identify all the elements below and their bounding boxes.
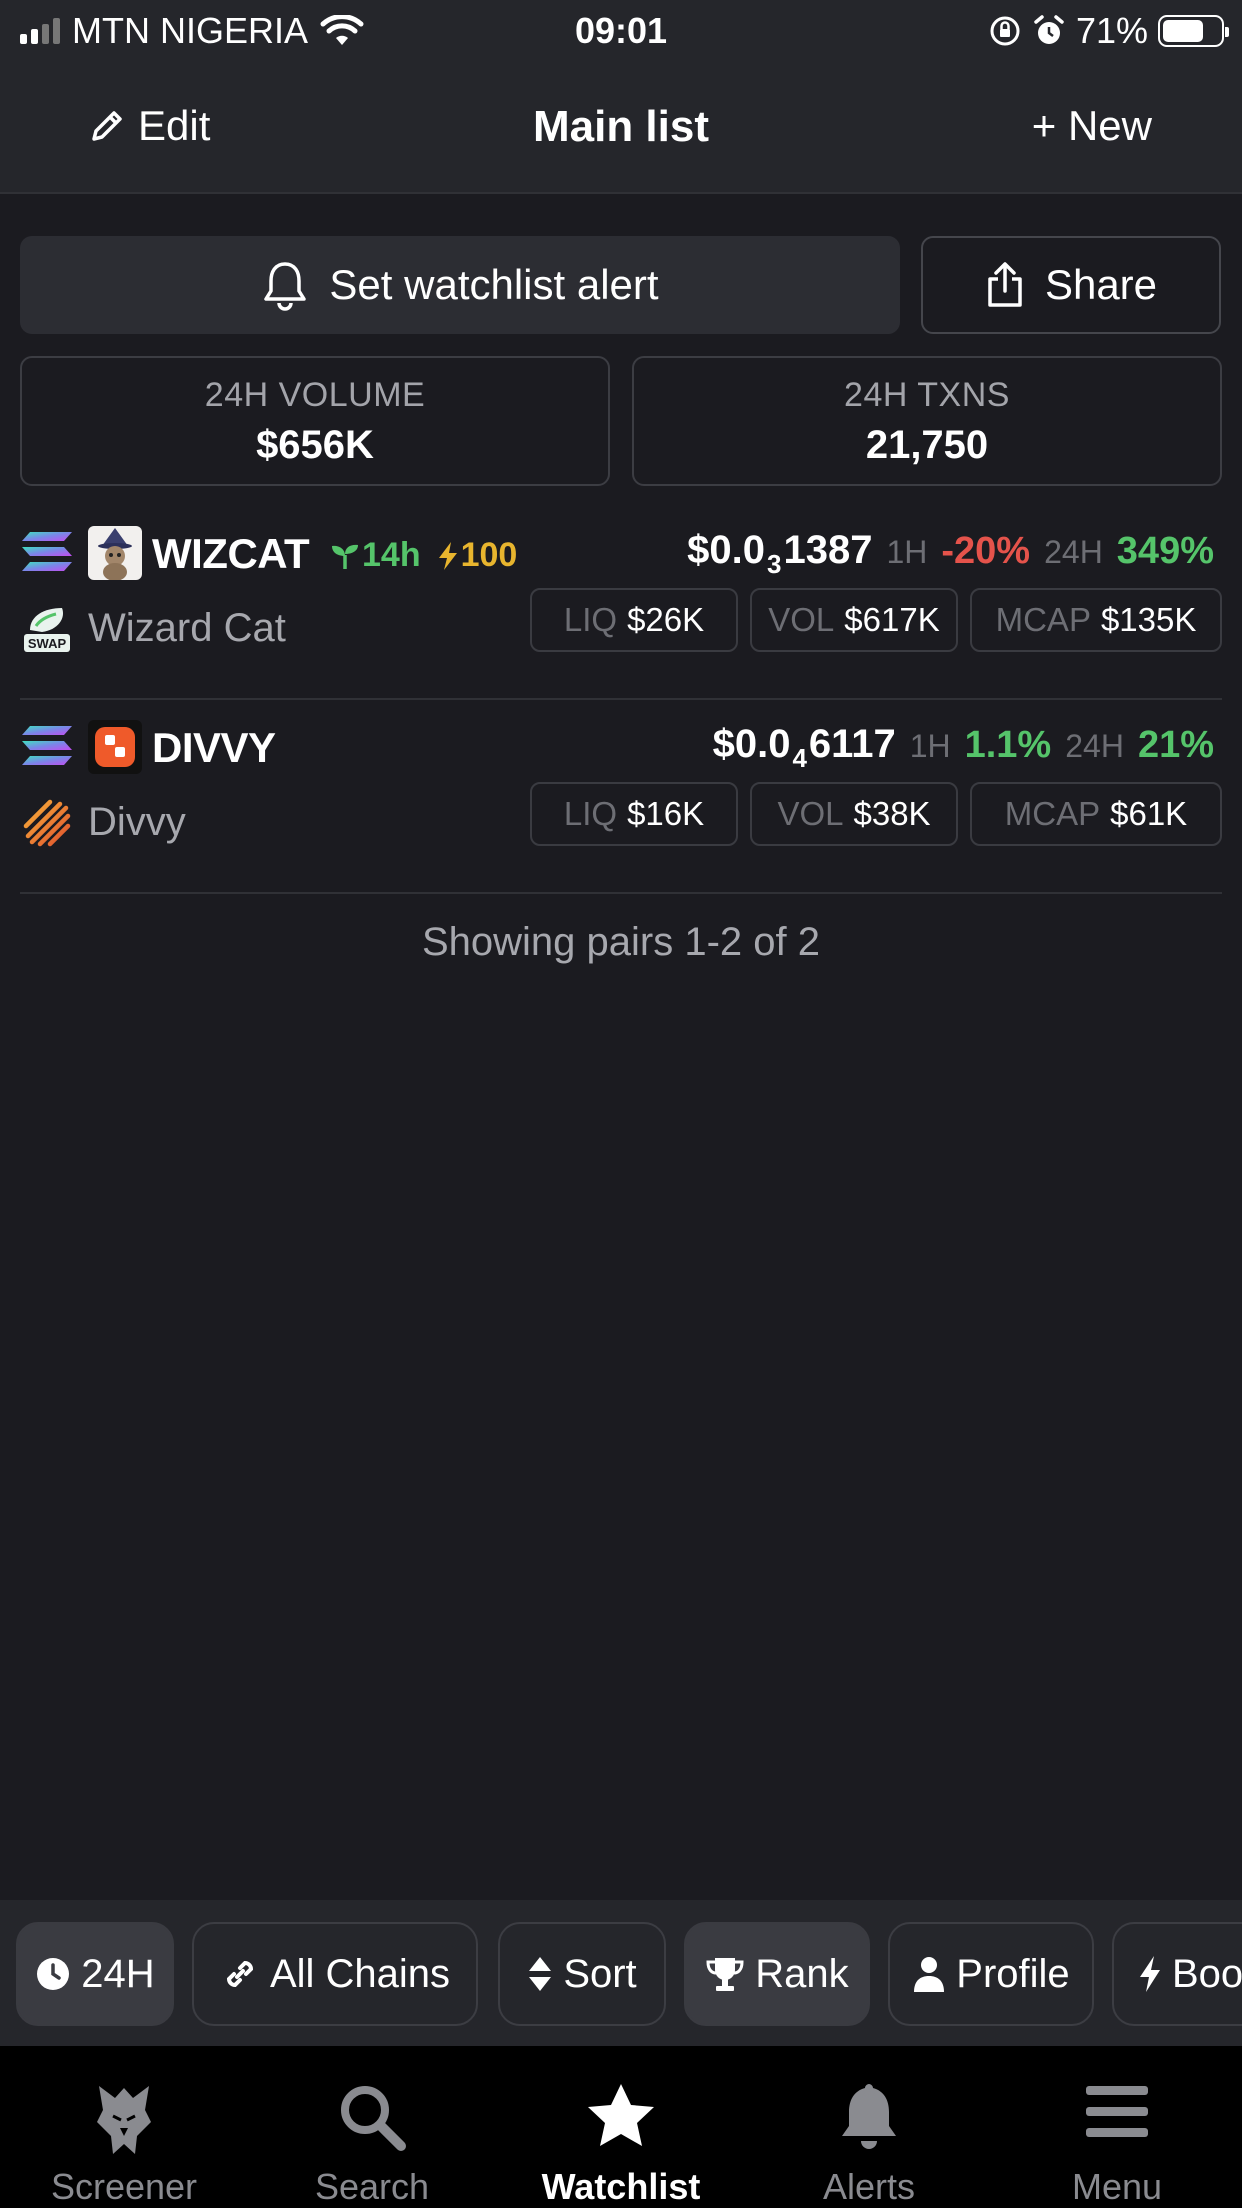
solana-chain-icon xyxy=(22,532,72,571)
price: $0.046117 xyxy=(712,722,896,773)
nav-alerts[interactable]: Alerts xyxy=(745,2046,993,2208)
nav-watchlist[interactable]: Watchlist xyxy=(497,2046,745,2208)
sort-chip[interactable]: Sort xyxy=(498,1922,666,2026)
bell-icon xyxy=(842,2084,896,2149)
status-right: 71% xyxy=(988,10,1229,52)
price-line: $0.031387 1H -20% 24H 349% xyxy=(687,528,1214,580)
dex-stripes-icon xyxy=(23,799,71,847)
h24-label: 24H xyxy=(1044,534,1103,570)
app-header: Edit Main list + New xyxy=(0,62,1242,194)
pair-metrics: LIQ $16K VOL $38K MCAP $61K xyxy=(530,782,1222,846)
chains-label: All Chains xyxy=(269,1951,451,1996)
pagination-text: Showing pairs 1-2 of 2 xyxy=(421,920,820,964)
h24-change: 349% xyxy=(1116,530,1214,572)
search-icon xyxy=(341,2086,406,2151)
link-icon xyxy=(226,1960,253,1988)
volume-metric: VOL $38K xyxy=(750,782,958,846)
nav-screener-label: Screener xyxy=(50,2166,198,2207)
wizcat-token-avatar xyxy=(88,526,142,580)
profile-label: Profile xyxy=(956,1951,1070,1996)
boosted-label: Boo xyxy=(1172,1951,1242,1996)
txns-value: 21,750 xyxy=(865,423,989,467)
volume-label: 24H VOLUME xyxy=(204,376,426,414)
h24-change: 21% xyxy=(1137,724,1214,766)
liquidity-metric: LIQ $26K xyxy=(530,588,738,652)
h1-change: 1.1% xyxy=(964,724,1052,766)
mcap-metric: MCAP $61K xyxy=(970,782,1222,846)
txns-label: 24H TXNS xyxy=(844,376,1010,414)
dex-swap-icon: SWAP xyxy=(24,608,70,652)
timeframe-chip[interactable]: 24H xyxy=(16,1922,174,2026)
profile-chip[interactable]: Profile xyxy=(888,1922,1094,2026)
price-line: $0.046117 1H 1.1% 24H 21% xyxy=(713,722,1214,774)
share-button[interactable]: Share xyxy=(921,236,1221,334)
bell-icon xyxy=(264,262,307,311)
pair-symbol: WIZCAT xyxy=(152,530,310,577)
nav-menu-label: Menu xyxy=(1071,2166,1163,2207)
sort-icon xyxy=(529,1957,552,1991)
trophy-icon xyxy=(706,1958,744,1991)
lightning-icon xyxy=(438,541,457,570)
nav-watchlist-label: Watchlist xyxy=(541,2166,701,2207)
h1-change: -20% xyxy=(941,530,1031,572)
mcap-metric: MCAP $135K xyxy=(970,588,1222,652)
divvy-token-avatar xyxy=(88,720,142,774)
rank-label: Rank xyxy=(755,1951,849,1996)
pair-metrics: LIQ $26K VOL $617K MCAP $135K xyxy=(530,588,1222,652)
timeframe-label: 24H xyxy=(81,1951,155,1996)
dex-badge-text: SWAP xyxy=(28,636,67,651)
txns-stat-card: 24H TXNS 21,750 xyxy=(632,356,1222,486)
nav-alerts-label: Alerts xyxy=(822,2166,916,2207)
h1-label: 1H xyxy=(909,728,951,764)
nav-search[interactable]: Search xyxy=(248,2046,496,2208)
battery-percent: 71% xyxy=(1075,10,1148,51)
pair-badges: 14h 100 xyxy=(330,536,517,575)
eagle-icon xyxy=(97,2086,151,2154)
sort-label: Sort xyxy=(563,1951,637,1996)
chains-chip[interactable]: All Chains xyxy=(192,1922,478,2026)
boost-badge: 100 xyxy=(437,536,518,575)
lightning-icon xyxy=(1140,1956,1160,1992)
age-value: 14h xyxy=(362,536,421,574)
volume-value: $656K xyxy=(256,423,374,467)
alarm-icon xyxy=(1034,15,1064,44)
new-list-button[interactable]: + New xyxy=(1032,102,1152,150)
alert-label: Set watchlist alert xyxy=(329,261,659,308)
status-bar: MTN NIGERIA 09:01 71% xyxy=(0,0,1242,62)
bottom-navigation: Screener Search Watchlist Alerts Menu xyxy=(0,2046,1242,2208)
rank-chip[interactable]: Rank xyxy=(684,1922,870,2026)
boost-value: 100 xyxy=(460,536,518,574)
h24-label: 24H xyxy=(1065,728,1124,764)
pair-symbol: DIVVY xyxy=(152,724,276,771)
seedling-icon xyxy=(332,544,358,569)
age-badge: 14h xyxy=(330,536,421,575)
share-label: Share xyxy=(1044,261,1158,308)
volume-stat-card: 24H VOLUME $656K xyxy=(20,356,610,486)
nav-search-label: Search xyxy=(314,2166,430,2207)
star-icon xyxy=(588,2084,654,2146)
orientation-lock-icon xyxy=(990,16,1020,46)
pair-row-wizcat[interactable]: WIZCAT 14h 100 SWAP Wizard Cat $0.031387… xyxy=(20,506,1222,700)
clock-icon xyxy=(37,1958,70,1990)
volume-metric: VOL $617K xyxy=(750,588,958,652)
liquidity-metric: LIQ $16K xyxy=(530,782,738,846)
price: $0.031387 xyxy=(687,528,873,579)
solana-chain-icon xyxy=(22,726,72,765)
token-name: Divvy xyxy=(88,800,186,844)
person-icon xyxy=(914,1957,945,1992)
filter-bar: 24H All Chains Sort Rank Profile Boo xyxy=(0,1900,1242,2046)
share-icon xyxy=(988,262,1022,307)
nav-screener[interactable]: Screener xyxy=(0,2046,248,2208)
battery-icon xyxy=(1158,15,1229,47)
token-name: Wizard Cat xyxy=(88,606,286,650)
hamburger-menu-icon xyxy=(1086,2086,1148,2137)
h1-label: 1H xyxy=(886,534,928,570)
pair-row-divvy[interactable]: DIVVY Divvy $0.046117 1H 1.1% 24H 21% LI… xyxy=(20,700,1222,894)
boosted-chip[interactable]: Boo xyxy=(1112,1922,1242,2026)
set-watchlist-alert-button[interactable]: Set watchlist alert xyxy=(20,236,900,334)
nav-menu[interactable]: Menu xyxy=(993,2046,1241,2208)
